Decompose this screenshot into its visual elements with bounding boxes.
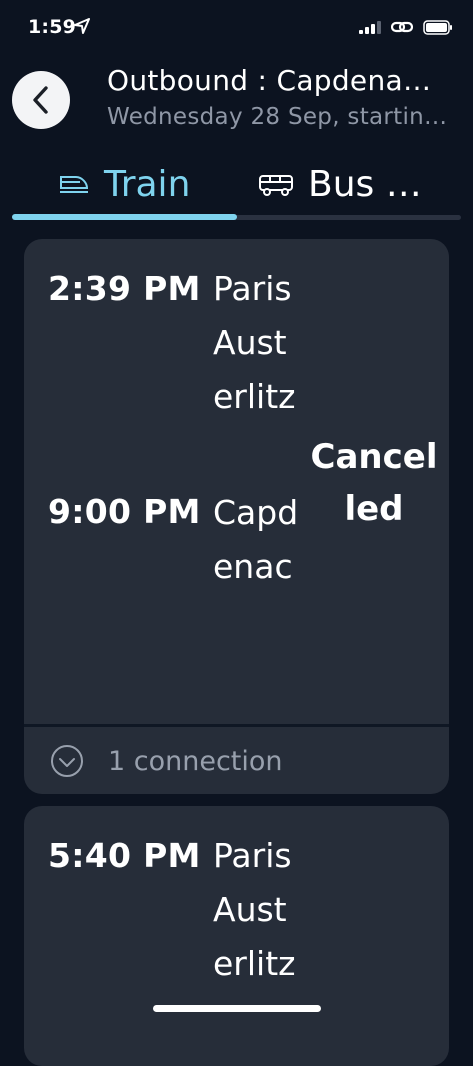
train-icon (60, 176, 89, 193)
tab-active-indicator (12, 214, 237, 220)
page-subtitle: Wednesday 28 Sep, startin… (107, 104, 448, 130)
arrival-time: 9:00 PM (48, 492, 201, 531)
departure-station: Paris Austerlitz (213, 269, 296, 416)
check-circle-icon (51, 745, 83, 777)
tab-train[interactable]: Train (58, 156, 190, 212)
status-badge: Cancelled (310, 437, 438, 529)
departure-time: 2:39 PM (48, 269, 201, 308)
departure-station: Paris Austerlitz (213, 836, 296, 983)
transport-tabs: Train Bus … (0, 156, 473, 222)
location-arrow-icon (74, 18, 90, 34)
arrival-station: Capdenac (213, 493, 299, 586)
card-divider (24, 724, 449, 727)
bus-icon (259, 175, 293, 196)
tab-bus[interactable]: Bus … (258, 156, 422, 212)
signal-icon (359, 21, 381, 34)
link-icon (391, 21, 413, 33)
chevron-left-icon (33, 86, 48, 114)
home-indicator[interactable] (153, 1005, 321, 1012)
connection-count: 1 connection (108, 745, 283, 777)
battery-icon (423, 19, 452, 35)
journey-card[interactable]: 5:40 PM Paris Austerlitz (24, 806, 449, 1066)
departure-time: 5:40 PM (48, 836, 201, 875)
tab-bus-label: Bus … (308, 163, 422, 205)
header: Outbound : Capdena… Wednesday 28 Sep, st… (0, 56, 473, 156)
status-bar: 1:59 (0, 0, 473, 56)
connection-info[interactable]: 1 connection (50, 744, 283, 778)
status-indicators (359, 19, 453, 35)
journey-card[interactable]: 2:39 PM Paris Austerlitz 9:00 PM Capdena… (24, 239, 449, 794)
status-time: 1:59 (28, 16, 77, 38)
page-title: Outbound : Capdena… (107, 64, 432, 97)
back-button[interactable] (12, 71, 70, 129)
tab-train-label: Train (104, 163, 191, 205)
